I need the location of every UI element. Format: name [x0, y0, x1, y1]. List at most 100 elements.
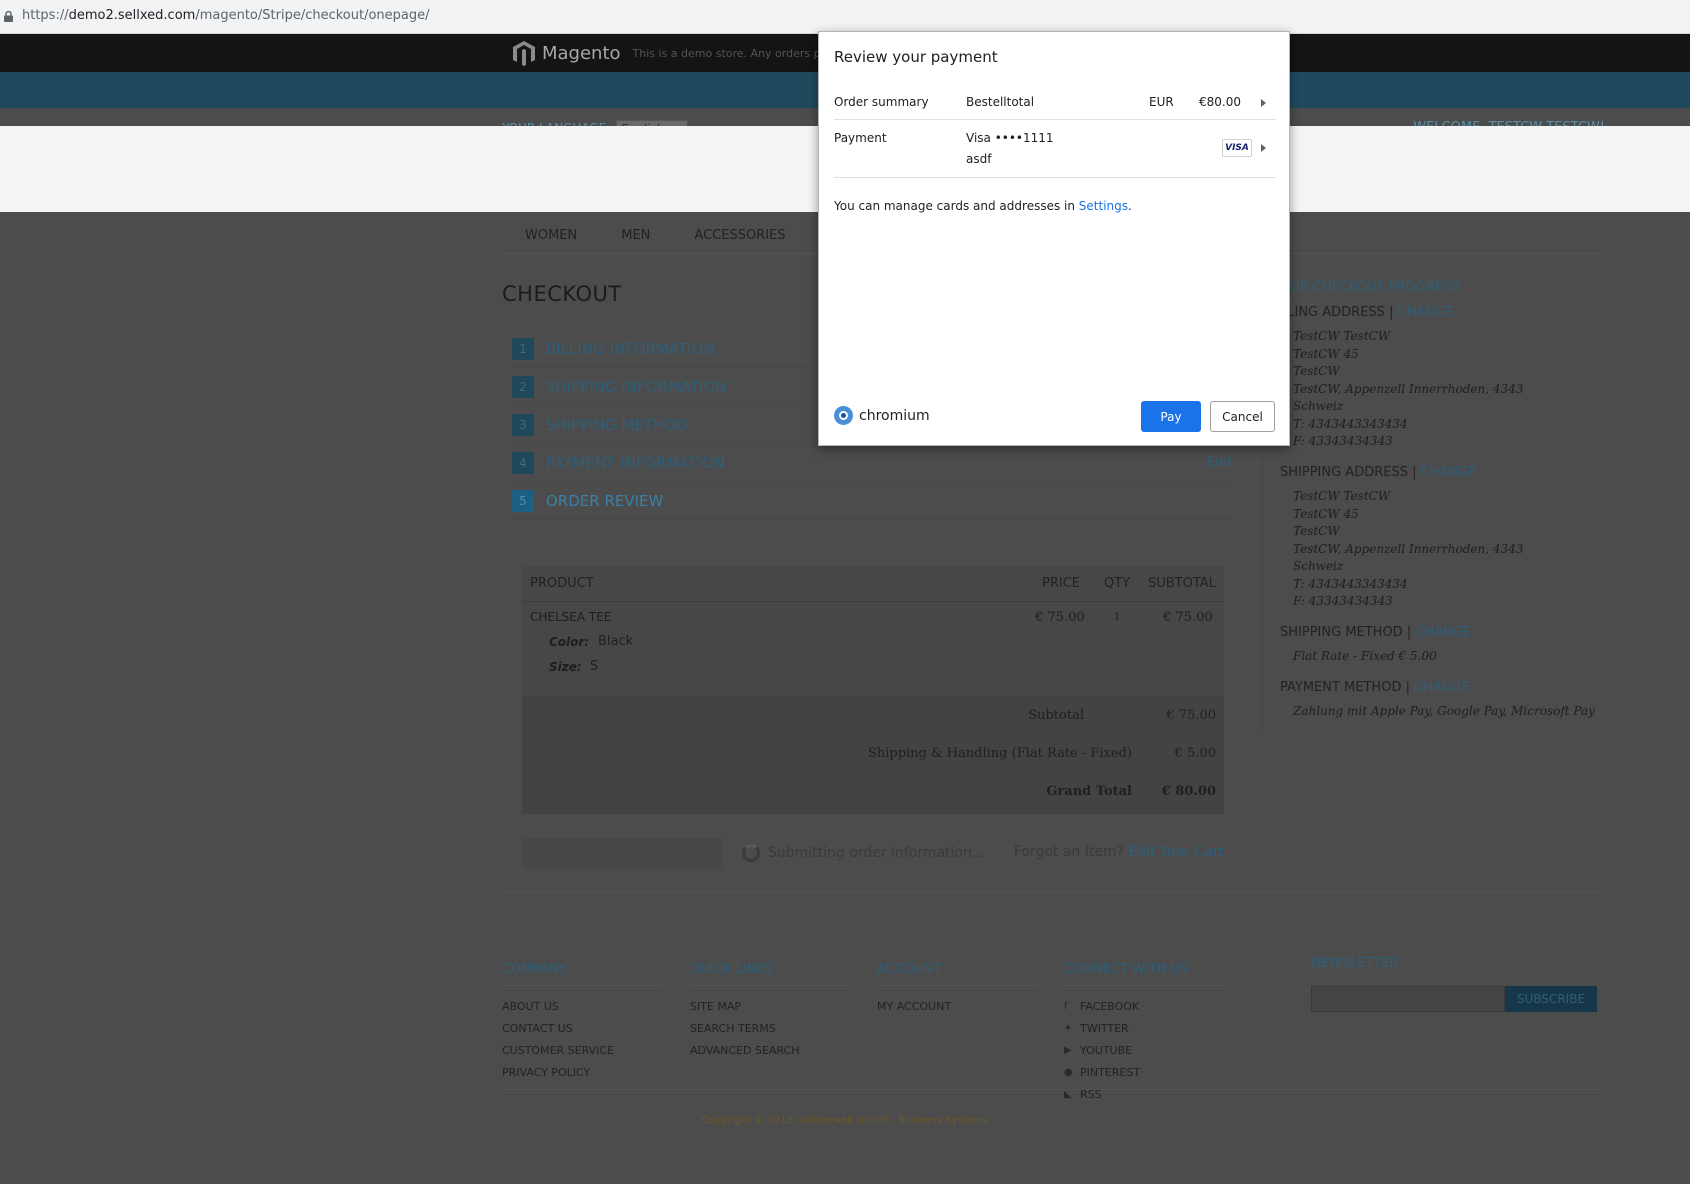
shipping-address: TestCW TestCW TestCW 45 TestCW TestCW, A… — [1293, 489, 1524, 608]
youtube-icon: ▶ — [1064, 1045, 1072, 1056]
footer-heading: CONNECT WITH US — [1064, 962, 1224, 986]
rss-icon: ◣ — [1064, 1089, 1072, 1100]
total-amount: €80.00 — [1199, 95, 1241, 109]
change-payment-link[interactable]: CHANGE — [1414, 680, 1470, 695]
payment-request-dialog: Review your payment Order summary Bestel… — [818, 31, 1290, 446]
nav-women[interactable]: WOMEN — [503, 218, 599, 253]
col-subtotal: SUBTOTAL — [1148, 576, 1216, 591]
step-label: SHIPPING INFORMATION — [546, 377, 727, 396]
submit-row: Submitting order information... Forgot a… — [522, 838, 1224, 868]
step-label: PAYMENT INFORMATION — [546, 453, 726, 472]
grand-total-value: € 80.00 — [1161, 784, 1216, 799]
order-summary-label: Order summary — [834, 95, 929, 109]
change-shipping-link[interactable]: CHANGE — [1421, 465, 1477, 480]
footer-link[interactable]: PRIVACY POLICY — [502, 1062, 662, 1084]
order-summary-row[interactable]: Order summary Bestelltotal EUR €80.00 — [834, 84, 1276, 120]
pinterest-icon: ● — [1064, 1067, 1073, 1078]
submitting-message: Submitting order information... — [768, 845, 986, 861]
footer-link[interactable]: MY ACCOUNT — [877, 996, 1037, 1018]
grand-total-label: Grand Total — [1046, 784, 1132, 799]
step-number: 5 — [512, 489, 534, 512]
store-brand[interactable]: Magento This is a demo store. Any orders… — [512, 39, 850, 67]
edit-payment-link[interactable]: Edit — [1207, 455, 1232, 470]
newsletter-email-input[interactable] — [1311, 986, 1505, 1012]
step-label: SHIPPING METHOD — [546, 415, 688, 434]
address-bar[interactable]: https://demo2.sellxed.com/magento/Stripe… — [0, 0, 1690, 34]
order-review-table: PRODUCT PRICE QTY SUBTOTAL CHELSEA TEE €… — [522, 566, 1224, 814]
expand-arrow-icon — [1261, 99, 1266, 107]
step-number: 1 — [512, 337, 534, 360]
settings-link[interactable]: Settings — [1079, 199, 1128, 213]
footer-connect: CONNECT WITH US f FACEBOOK ✦ TWITTER ▶ YOUT… — [1064, 962, 1224, 1106]
forgot-item: Forgot an Item? Edit Your Cart — [1013, 844, 1225, 860]
footer-link[interactable]: ADVANCED SEARCH — [690, 1040, 850, 1062]
shipping-method-value: Flat Rate - Fixed € 5.00 — [1293, 649, 1437, 663]
place-order-button[interactable] — [522, 838, 722, 868]
table-row: CHELSEA TEE € 75.00 1 € 75.00 Color: Bla… — [522, 610, 1224, 700]
loading-spinner-icon — [742, 844, 760, 862]
change-billing-link[interactable]: CHANGE — [1398, 305, 1454, 320]
footer-link-twitter[interactable]: ✦ TWITTER — [1064, 1018, 1224, 1040]
magento-logo-icon — [513, 41, 535, 66]
chromium-logo-icon — [834, 406, 853, 425]
brand-name: Magento — [542, 42, 621, 64]
progress-title: OUR CHECKOUT PROGRESS — [1280, 280, 1460, 295]
step-number: 4 — [512, 451, 534, 474]
footer-link-youtube[interactable]: ▶ YOUTUBE — [1064, 1040, 1224, 1062]
col-qty: QTY — [1104, 576, 1131, 591]
footer-link[interactable]: CONTACT US — [502, 1018, 662, 1040]
step-number: 2 — [512, 375, 534, 398]
billing-address: TestCW TestCW TestCW 45 TestCW TestCW, A… — [1293, 329, 1524, 448]
dialog-title: Review your payment — [834, 48, 998, 66]
subtotal-value: € 75.00 — [1166, 708, 1216, 723]
product-price: € 75.00 — [1035, 610, 1085, 625]
col-product: PRODUCT — [530, 576, 594, 591]
shipping-label: Shipping & Handling (Flat Rate - Fixed) — [867, 746, 1132, 761]
footer-link[interactable]: SITE MAP — [690, 996, 850, 1018]
footer-divider — [502, 1089, 1602, 1090]
product-name: CHELSEA TEE — [530, 610, 612, 624]
step-payment[interactable]: 4 PAYMENT INFORMATION Edit — [512, 444, 1232, 482]
footer-link[interactable]: SEARCH TERMS — [690, 1018, 850, 1040]
manage-cards-text: You can manage cards and addresses in Se… — [834, 199, 1132, 213]
footer-link-pinterest[interactable]: ● PINTEREST — [1064, 1062, 1224, 1084]
col-price: PRICE — [1042, 576, 1080, 591]
footer-account: ACCOUNT MY ACCOUNT — [877, 962, 1037, 1018]
facebook-icon: f — [1064, 1001, 1068, 1012]
footer-heading: ACCOUNT — [877, 962, 1037, 986]
footer-link[interactable]: ABOUT US — [502, 996, 662, 1018]
lock-icon — [4, 11, 13, 22]
subscribe-button[interactable]: SUBSCRIBE — [1505, 986, 1597, 1012]
order-summary-value: Bestelltotal — [966, 95, 1035, 109]
footer-link-rss[interactable]: ◣ RSS — [1064, 1084, 1224, 1106]
browser-name: chromium — [859, 407, 930, 424]
payment-method-value: Zahlung mit Apple Pay, Google Pay, Micro… — [1293, 704, 1595, 718]
chromium-branding: chromium — [834, 406, 930, 425]
nav-accessories[interactable]: ACCESSORIES — [672, 218, 807, 253]
footer-divider — [502, 892, 1602, 893]
visa-icon: VISA — [1222, 139, 1252, 157]
cancel-button[interactable]: Cancel — [1210, 401, 1275, 432]
footer-link-facebook[interactable]: f FACEBOOK — [1064, 996, 1224, 1018]
color-value: Black — [598, 634, 634, 649]
step-order-review[interactable]: 5 ORDER REVIEW — [512, 482, 1232, 520]
payment-row[interactable]: Payment Visa ••••1111 asdf VISA — [834, 120, 1276, 178]
card-number: Visa ••••1111 — [966, 131, 1054, 145]
edit-cart-link[interactable]: Edit Your Cart — [1129, 844, 1225, 860]
order-totals: Subtotal € 75.00 Shipping & Handling (Fl… — [522, 696, 1224, 814]
pay-button[interactable]: Pay — [1141, 401, 1201, 432]
nav-men[interactable]: MEN — [599, 218, 672, 253]
payment-label: Payment — [834, 131, 887, 145]
change-method-link[interactable]: CHANGE — [1415, 625, 1471, 640]
footer-link[interactable]: CUSTOMER SERVICE — [502, 1040, 662, 1062]
step-label: BILLING INFORMATION — [546, 339, 715, 358]
currency: EUR — [1149, 95, 1174, 109]
shipping-method-heading: SHIPPING METHOD | CHANGE — [1280, 625, 1472, 640]
footer-quick-links: QUICK LINKS SITE MAP SEARCH TERMS ADVANC… — [690, 962, 850, 1062]
color-label: Color: — [549, 635, 590, 649]
step-number: 3 — [512, 413, 534, 436]
payment-method-heading: PAYMENT METHOD | CHANGE — [1280, 680, 1470, 695]
size-label: Size: — [549, 660, 582, 674]
url-text[interactable]: https://demo2.sellxed.com/magento/Stripe… — [22, 8, 430, 23]
copyright: Copyright © 2015 customweb GmbH - Busine… — [702, 1115, 988, 1126]
